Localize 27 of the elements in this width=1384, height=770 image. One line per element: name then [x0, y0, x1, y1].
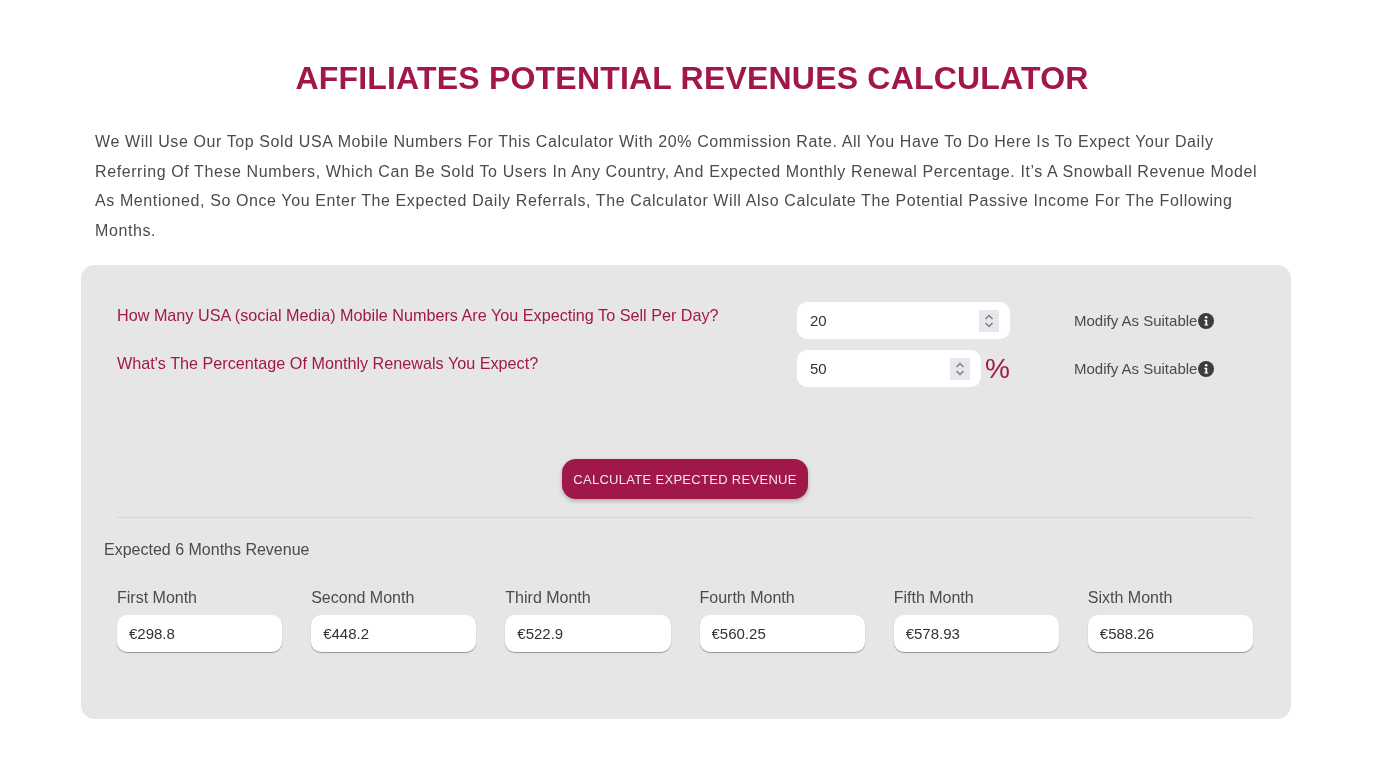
info-icon[interactable]	[1198, 312, 1215, 329]
number-input[interactable]: 50	[797, 350, 982, 388]
revenue-field[interactable]: €522.9	[505, 615, 671, 653]
spinner-icon[interactable]	[979, 309, 999, 332]
calculate-button[interactable]: CALCULATE EXPECTED REVENUE	[562, 459, 808, 500]
number-input[interactable]: 20	[797, 302, 1010, 340]
revenue-field[interactable]: €448.2	[311, 615, 477, 653]
month-label: First Month	[117, 588, 198, 609]
revenue-field[interactable]: €298.8	[117, 615, 283, 653]
page-title: AFFILIATES POTENTIAL REVENUES CALCULATOR	[294, 59, 1090, 98]
month-label: Third Month	[505, 588, 592, 609]
month-label: Second Month	[311, 588, 416, 609]
question-label: What's The Percentage Of Monthly Renewals You Expect?	[117, 353, 540, 374]
hint-text: Modify As Suitable	[1074, 312, 1198, 330]
revenue-field[interactable]: €578.93	[893, 615, 1059, 653]
info-icon[interactable]	[1198, 360, 1215, 377]
results-heading: Expected 6 Months Revenue	[104, 540, 311, 561]
percent-sign: %	[984, 352, 1010, 387]
hint-text: Modify As Suitable	[1074, 360, 1198, 378]
month-label: Fourth Month	[699, 588, 796, 609]
question-label: How Many USA (social Media) Mobile Numbers Are You Expecting To Sell Per Day?	[117, 305, 720, 326]
intro-paragraph: We Will Use Our Top Sold USA Mobile Numbers For This Calculator With 20% Commission Rate. All You Have To Do Here Is To Expect Your Daily Referring Of These Numbers, Which Can Be Sold To Users In Any Country, And Expected Monthly Renewal Percentage. It’s A Snowball Revenue Model As Mentioned, So Once You Enter The Expected Daily Referrals, The Calculator Will Also Calculate The Potential Passive Income For The Following Months.	[95, 132, 1259, 241]
revenue-field[interactable]: €588.26	[1087, 615, 1253, 653]
month-label: Sixth Month	[1087, 588, 1174, 609]
revenue-field[interactable]: €560.25	[699, 615, 865, 653]
month-label: Fifth Month	[893, 588, 975, 609]
spinner-icon[interactable]	[950, 357, 971, 380]
